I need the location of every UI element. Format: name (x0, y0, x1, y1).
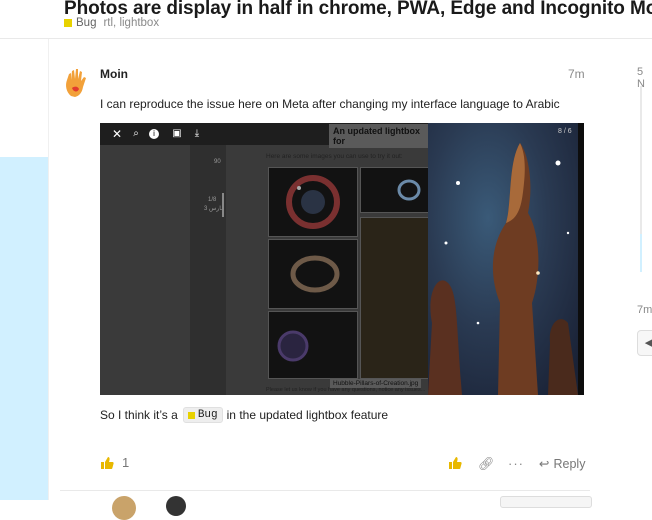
like-button[interactable] (448, 456, 462, 473)
post-body-text: I can reproduce the issue here on Meta a… (100, 97, 560, 111)
next-post-control[interactable] (500, 496, 592, 508)
left-highlight-bar (0, 157, 48, 500)
like-count: 1 (122, 455, 130, 470)
thumbs-up-icon (101, 456, 114, 469)
category-color-swatch (64, 19, 72, 27)
post-timestamp[interactable]: 7m (568, 67, 585, 81)
topic-header: Photos are display in half in chrome, PW… (0, 0, 652, 39)
reply-button[interactable]: ↩︎ Reply (539, 456, 586, 472)
screenshot-heading: An updated lightbox for (329, 124, 428, 148)
category-link[interactable]: Bug (76, 17, 96, 29)
thumbnail-nebula-3 (268, 239, 358, 309)
thumbnail-galaxy (360, 217, 430, 379)
close-icon: ✕ (111, 127, 123, 141)
screenshot-footer: Please let us know if you have any quest… (266, 387, 426, 393)
pillars-of-creation-image (428, 123, 578, 395)
more-actions-button[interactable]: ··· (508, 456, 524, 471)
text-before-badge: So I think it’s a (100, 408, 178, 422)
timeline-toggle-button[interactable]: ◀ (637, 330, 652, 356)
text-after-badge: in the updated lightbox feature (226, 408, 389, 422)
user-avatar[interactable] (63, 68, 91, 98)
category-color-swatch (187, 411, 195, 419)
thumbnail-nebula-4 (268, 311, 358, 379)
divider (48, 38, 49, 500)
timeline-end-date[interactable]: 7m (637, 304, 652, 316)
chevron-left-icon: ◀ (644, 337, 652, 349)
screenshot-intro-text: Here are some images you can use to try … (266, 153, 403, 160)
post-screenshot-image[interactable]: ✕ ⌕ i ▣ ⤓ An updated lightbox for 90 1/8… (100, 123, 584, 395)
lightbox-counter: 8 / 6 (558, 128, 572, 135)
reply-arrow-icon: ↩︎ (539, 457, 550, 471)
copy-link-button[interactable]: 🔗︎ (478, 456, 495, 472)
image-icon: ▣ (172, 128, 182, 139)
screenshot-edge (578, 123, 584, 395)
tag-list[interactable]: rtl, lightbox (103, 17, 159, 29)
post-body-text-2: So I think it’s a Bug in the updated lig… (100, 407, 388, 423)
sidebar-progress: 1/8 (208, 197, 217, 203)
timeline-handle[interactable] (640, 234, 642, 272)
download-icon: ⤓ (194, 128, 200, 139)
post-username[interactable]: Moin (100, 67, 128, 81)
sidebar-scroll-line (222, 193, 224, 217)
link-icon: 🔗︎ (478, 456, 495, 471)
sidebar-count: 90 (214, 159, 221, 165)
thumbs-up-icon (449, 457, 462, 469)
zoom-icon: ⌕ (133, 128, 139, 139)
left-gutter (0, 38, 48, 157)
post-divider (60, 490, 590, 491)
category-badge-label: Bug (197, 409, 218, 421)
reply-label: Reply (553, 456, 586, 471)
topic-meta: Bug rtl, lightbox (64, 17, 159, 29)
ellipsis-icon: ··· (508, 456, 524, 471)
lightbox-dimmed-page: ✕ ⌕ i ▣ ⤓ An updated lightbox for 90 1/8… (100, 123, 430, 395)
like-summary[interactable]: 1 (100, 455, 129, 470)
category-badge[interactable]: Bug (182, 407, 223, 423)
avatar[interactable] (166, 496, 186, 516)
info-icon: i (149, 129, 159, 139)
screenshot-sidebar: 90 1/8 3 مارس (190, 145, 226, 395)
thumbnail-nebula-2 (360, 167, 430, 213)
thumbnail-nebula-1 (268, 167, 358, 237)
